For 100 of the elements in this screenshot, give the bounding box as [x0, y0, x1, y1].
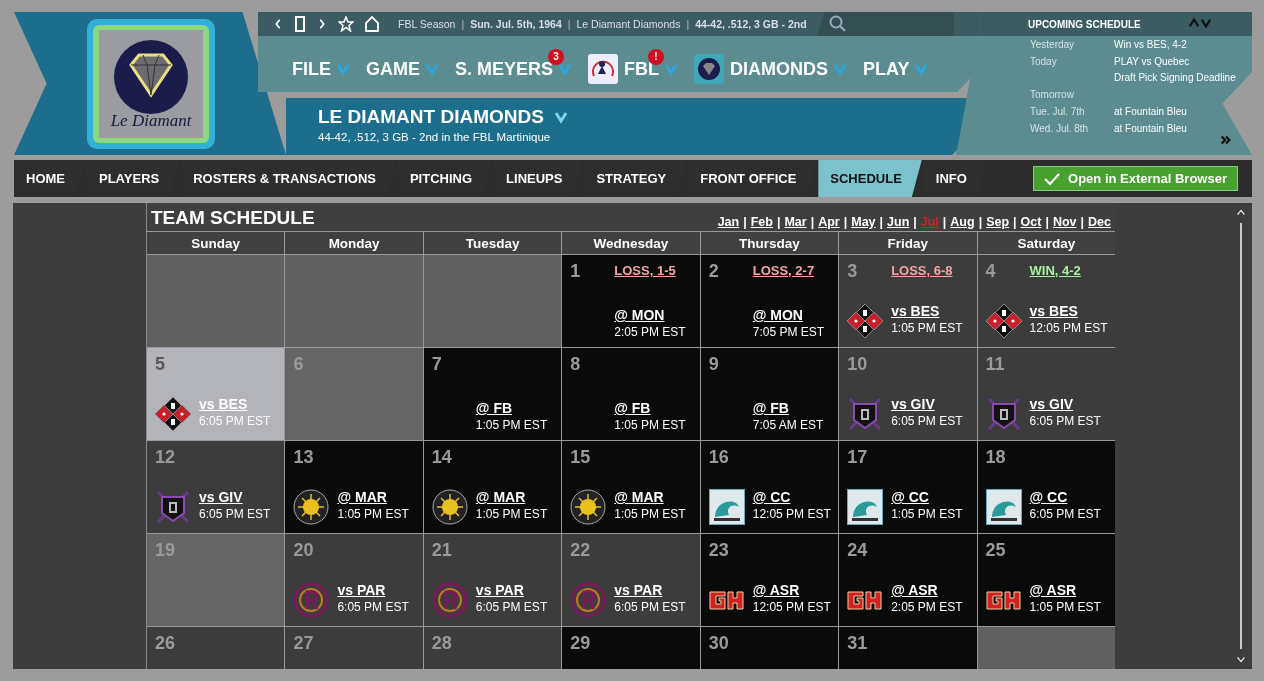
day-cell[interactable]: 24 @ ASR 2:05 PM EST — [839, 534, 977, 626]
panel-title: UPCOMING SCHEDULE — [1028, 18, 1141, 30]
schedule-event: Win vs BES, 4-2 — [1114, 39, 1188, 50]
month-link[interactable]: Feb — [750, 215, 773, 229]
month-link[interactable]: May — [851, 215, 876, 229]
day-cell[interactable]: 17 @ CC 1:05 PM EST — [839, 441, 977, 533]
day-cell[interactable]: 23 @ ASR 12:05 PM EST — [700, 534, 839, 626]
menu-item[interactable]: FILE — [292, 48, 350, 80]
game-result-link[interactable]: WIN, 4-2 — [1029, 263, 1081, 282]
day-cell[interactable]: 14 @ MAR 1:05 PM EST — [423, 441, 562, 533]
opponent-link[interactable]: vs PAR — [614, 582, 663, 598]
day-cell[interactable]: 7 @ FB 1:05 PM EST — [423, 348, 562, 440]
day-cell[interactable]: 12 vs GIV 6:05 PM EST — [147, 441, 285, 533]
team-name[interactable]: LE DIAMANT DIAMONDS — [318, 106, 544, 128]
game-time: 1:05 PM EST — [891, 507, 963, 521]
opponent-link[interactable]: @ ASR — [752, 582, 800, 598]
day-number: 26 — [155, 633, 177, 654]
month-link[interactable]: Mar — [784, 215, 807, 229]
day-cell[interactable]: 3 LOSS, 6-8 vs BES 1:05 PM EST — [839, 255, 977, 347]
menu-item[interactable]: DIAMONDS — [730, 48, 848, 80]
chevron-down-icon[interactable] — [1200, 17, 1212, 29]
month-link[interactable]: Nov — [1052, 215, 1077, 229]
menu-item[interactable]: GAME — [366, 48, 439, 80]
day-number: 24 — [847, 540, 869, 561]
breadcrumb-text: FBL Season — [398, 18, 456, 30]
game-time: 2:05 PM EST — [891, 600, 963, 614]
opponent-link[interactable]: @ MON — [614, 307, 665, 323]
day-cell[interactable]: 29 — [562, 627, 700, 669]
day-cell[interactable]: 27 — [285, 627, 423, 669]
separator: | — [1045, 215, 1049, 229]
opponent-link[interactable]: vs GIV — [1029, 396, 1074, 412]
month-link[interactable]: Apr — [818, 215, 840, 229]
day-cell[interactable]: 18 @ CC 6:05 PM EST — [977, 441, 1115, 533]
day-cell[interactable]: 10 vs GIV 6:05 PM EST — [839, 348, 977, 440]
opponent-link[interactable]: @ ASR — [1029, 582, 1077, 598]
opponent-link[interactable]: vs GIV — [199, 489, 243, 505]
day-cell[interactable]: 21 vs PAR 6:05 PM EST — [423, 534, 562, 626]
chevron-down-icon[interactable] — [553, 110, 568, 124]
double-chevron-icon[interactable] — [1220, 134, 1232, 146]
schedule-event: PLAY vs Quebec — [1114, 56, 1191, 67]
game-time: 6:05 PM EST — [199, 414, 271, 428]
chevron-down-icon[interactable] — [558, 62, 573, 76]
day-number: 11 — [985, 354, 1006, 375]
opponent-link[interactable]: @ CC — [752, 489, 791, 505]
day-cell[interactable]: 11 vs GIV 6:05 PM EST — [977, 348, 1115, 440]
opponent-link[interactable]: @ CC — [891, 489, 929, 505]
day-cell[interactable]: 30 — [700, 627, 839, 669]
weekday-header: Thursday — [700, 232, 839, 254]
day-cell[interactable]: 20 vs PAR 6:05 PM EST — [285, 534, 423, 626]
day-cell[interactable]: 16 @ CC 12:05 PM EST — [700, 441, 839, 533]
month-link[interactable]: Dec — [1088, 215, 1111, 229]
opponent-link[interactable]: @ CC — [1029, 489, 1068, 505]
opponent-link[interactable]: vs BES — [1029, 303, 1078, 319]
star-icon[interactable] — [338, 16, 354, 32]
separator: | — [879, 215, 884, 229]
opponent-link[interactable]: @ FB — [752, 400, 789, 416]
opponent-link[interactable]: @ MAR — [337, 489, 387, 505]
opponent-link[interactable]: vs BES — [891, 303, 940, 319]
game-result-link[interactable]: LOSS, 1-5 — [614, 263, 676, 282]
day-number: 13 — [293, 447, 315, 468]
opponent-link[interactable]: vs PAR — [475, 582, 524, 598]
month-link[interactable]: Aug — [950, 215, 975, 229]
day-cell[interactable]: 25 @ ASR 1:05 PM EST — [977, 534, 1115, 626]
game-time: 1:05 PM EST — [614, 418, 686, 432]
day-cell[interactable]: 13 @ MAR 1:05 PM EST — [285, 441, 423, 533]
month-link[interactable]: Jun — [887, 215, 910, 229]
day-cell[interactable]: 31 — [839, 627, 977, 669]
day-number: 5 — [155, 354, 166, 375]
day-cell[interactable]: 9 @ FB 7:05 AM EST — [700, 348, 839, 440]
opponent-link[interactable]: @ MON — [752, 307, 803, 323]
day-number: 15 — [570, 447, 592, 468]
day-cell[interactable]: 2 LOSS, 2-7 @ MON 7:05 PM EST — [700, 255, 839, 347]
opponent-link[interactable]: @ ASR — [891, 582, 938, 598]
chevron-up-icon[interactable] — [1188, 17, 1200, 29]
opponent-link[interactable]: @ MAR — [475, 489, 526, 505]
day-cell[interactable]: 8 @ FB 1:05 PM EST — [562, 348, 700, 440]
game-time: 1:05 PM EST — [337, 507, 409, 521]
home-icon[interactable] — [364, 16, 380, 32]
opponent-link[interactable]: @ FB — [614, 400, 651, 416]
day-cell[interactable]: 1 LOSS, 1-5 @ MON 2:05 PM EST — [562, 255, 700, 347]
day-cell[interactable]: 22 vs PAR 6:05 PM EST — [562, 534, 700, 626]
day-cell[interactable]: 15 @ MAR 1:05 PM EST — [562, 441, 700, 533]
search-field[interactable] — [816, 12, 954, 36]
month-link[interactable]: Oct — [1020, 215, 1042, 229]
menu-item[interactable]: PLAY — [863, 48, 929, 80]
opponent-link[interactable]: vs GIV — [891, 396, 935, 412]
month-link[interactable]: Jan — [717, 215, 740, 229]
nav-tab[interactable]: SCHEDULE — [818, 160, 922, 197]
separator: | — [913, 215, 917, 229]
day-cell[interactable]: 28 — [423, 627, 562, 669]
game-result-link[interactable]: LOSS, 2-7 — [752, 263, 815, 282]
opponent-link[interactable]: @ MAR — [614, 489, 664, 505]
opponent-link[interactable]: @ FB — [475, 400, 513, 416]
opponent-link[interactable]: vs PAR — [337, 582, 386, 598]
game-result-link[interactable]: LOSS, 6-8 — [891, 263, 953, 282]
day-cell[interactable]: 4 WIN, 4-2 vs BES 12:05 PM EST — [977, 255, 1115, 347]
month-link[interactable]: Sep — [986, 215, 1010, 229]
day-cell[interactable]: 26 — [147, 627, 285, 669]
day-number: 28 — [431, 633, 453, 654]
page-icon[interactable] — [294, 16, 306, 32]
